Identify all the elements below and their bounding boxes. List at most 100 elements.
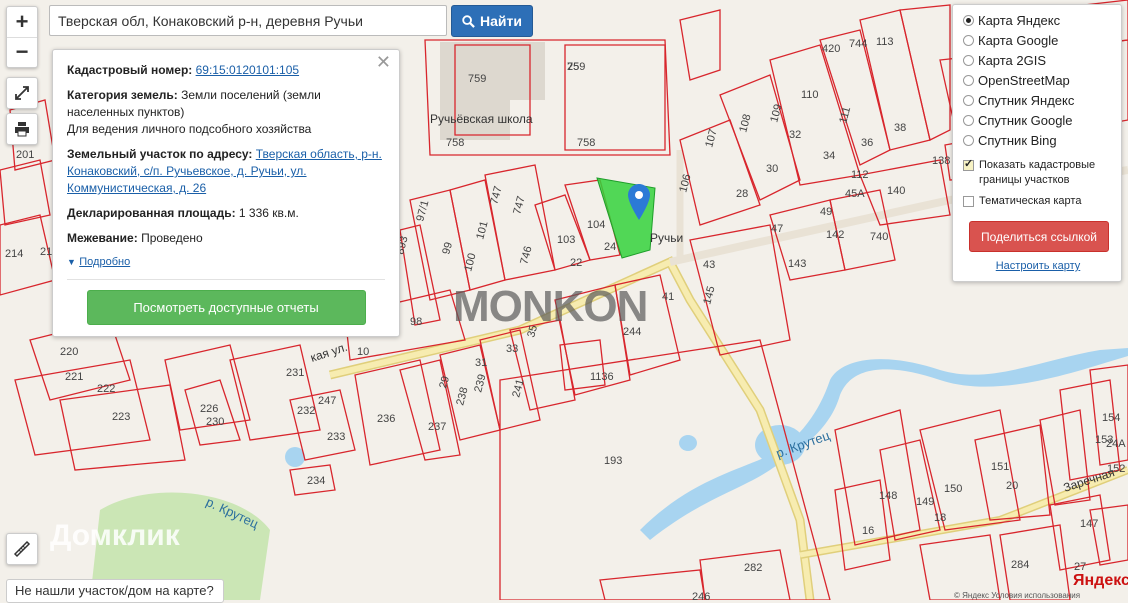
parcel-number: 36 [861, 137, 873, 149]
school-label: Ручьёвская школа [430, 112, 533, 126]
parcel-number: 22 [570, 257, 582, 269]
parcel-number: 282 [744, 562, 762, 574]
parcel-number: 222 [97, 383, 115, 395]
parcel-number: 112 [851, 169, 869, 181]
radio-icon [963, 74, 974, 86]
divider [67, 279, 385, 280]
parcel-number: 284 [1011, 559, 1029, 571]
parcel-number: 145 [701, 285, 717, 306]
parcel-number: 109 [768, 103, 784, 124]
layer-option[interactable]: Спутник Bing [963, 130, 1121, 150]
parcel-number: 231 [286, 367, 304, 379]
parcel-number: 233 [327, 431, 345, 443]
parcel-number: 33 [506, 343, 518, 355]
parcel-number: 214 [5, 248, 23, 260]
address-row: Земельный участок по адресу: Тверская об… [67, 146, 385, 197]
find-button-label: Найти [480, 13, 522, 29]
find-button[interactable]: Найти [451, 5, 533, 37]
layer-option[interactable]: OpenStreetMap [963, 70, 1121, 90]
parcel-number: 239 [472, 373, 488, 394]
parcel-number: 38 [894, 122, 906, 134]
view-reports-button[interactable]: Посмотреть доступные отчеты [86, 290, 366, 325]
survey-value: Проведено [141, 231, 203, 245]
pond [679, 435, 697, 451]
parcel-number: 147 [1080, 518, 1098, 530]
parcel-number: 740 [870, 231, 888, 243]
show-cadastral-checkbox[interactable]: Показать кадастровые границы участков [963, 157, 1121, 188]
configure-map-link[interactable]: Настроить карту [955, 260, 1121, 272]
parcel-number: 149 [916, 496, 934, 508]
parcel-number: 759 [468, 73, 486, 85]
parcel-number: 16 [862, 525, 874, 537]
location-pin-icon[interactable] [628, 184, 650, 220]
more-link[interactable]: Подробно [79, 256, 130, 268]
zoom-in-button[interactable]: + [7, 7, 37, 38]
parcel-number: 138 [932, 155, 950, 167]
layer-option[interactable]: Спутник Google [963, 110, 1121, 130]
parcel-number: 24А [1106, 438, 1126, 450]
triangle-down-icon: ▼ [67, 257, 76, 267]
parcel-number: 49 [820, 206, 832, 218]
survey-row: Межевание: Проведено [67, 230, 385, 247]
survey-label: Межевание: [67, 231, 138, 245]
layer-option[interactable]: Карта Google [963, 30, 1121, 50]
parcel-number: 103 [557, 234, 575, 246]
parcel-number: 152 [1107, 463, 1125, 475]
parcel-number: 110 [801, 89, 819, 101]
printer-icon [15, 122, 29, 137]
parcel-number: 34 [823, 150, 835, 162]
not-found-link[interactable]: Не нашли участок/дом на карте? [6, 579, 224, 603]
ruler-button[interactable] [6, 533, 38, 565]
parcel-number: 420 [822, 43, 840, 55]
parcel-number: 143 [788, 258, 806, 270]
parcel-number: 107 [703, 128, 719, 149]
cadastral-label: Кадастровый номер: [67, 63, 193, 77]
zoom-out-button[interactable]: − [7, 38, 37, 68]
checkbox-icon [963, 196, 974, 207]
parcel-number: 29 [437, 375, 452, 390]
parcel-number: 32 [789, 129, 801, 141]
layer-options: Карта Яндекс Карта Google Карта 2GIS OpenSt… [963, 10, 1121, 150]
radio-icon [963, 54, 974, 66]
parcel-number: 41 [662, 291, 674, 303]
map-layers-panel: Карта Яндекс Карта Google Карта 2GIS OpenSt… [952, 4, 1122, 282]
parcel-number: 108 [737, 113, 753, 134]
share-link-button[interactable]: Поделиться ссылкой [969, 221, 1109, 252]
yandex-logo: Яндекс [1073, 572, 1128, 589]
layer-option[interactable]: Карта 2GIS [963, 50, 1121, 70]
cadastral-link[interactable]: 69:15:0120101:105 [196, 63, 299, 77]
more-toggle[interactable]: ▼ Подробно [67, 253, 385, 271]
area-row: Декларированная площадь: 1 336 кв.м. [67, 205, 385, 222]
parcel-number: 150 [944, 483, 962, 495]
search-input[interactable] [49, 5, 447, 36]
parcel-number: 232 [297, 405, 315, 417]
parcel-number: 747 [488, 185, 504, 206]
parcel-number: 234 [307, 475, 325, 487]
parcel-number: 99 [440, 241, 455, 256]
layer-option[interactable]: Спутник Яндекс [963, 90, 1121, 110]
layer-option-label: OpenStreetMap [978, 72, 1070, 88]
parcel-number: 744 [849, 38, 867, 50]
parcel-number: 220 [60, 346, 78, 358]
parcel-number: 45А [845, 188, 865, 200]
print-button[interactable] [6, 113, 38, 145]
parcel-number: 25 [567, 61, 579, 73]
parcel-info-panel: ✕ Кадастровый номер: 69:15:0120101:105 К… [52, 49, 400, 337]
street-label: кая ул. [309, 340, 350, 365]
parcel-number: 97/1 [414, 199, 431, 223]
parcel-number: 1136 [590, 371, 614, 383]
layer-option[interactable]: Карта Яндекс [963, 10, 1121, 30]
thematic-map-checkbox[interactable]: Тематическая карта [963, 194, 1121, 209]
parcel-number: 140 [887, 185, 905, 197]
thematic-label: Тематическая карта [979, 195, 1082, 207]
expand-icon [15, 86, 29, 100]
show-cadastral-label: Показать кадастровые границы участков [979, 159, 1096, 186]
parcel-number: 241 [510, 378, 526, 399]
parcel-number: 142 [826, 229, 844, 241]
close-icon[interactable]: ✕ [376, 53, 391, 71]
parcel-number: 101 [474, 220, 490, 241]
parcel-number: 100 [462, 252, 478, 273]
radio-icon [963, 34, 974, 46]
street-label: Ручьи [650, 231, 683, 245]
fullscreen-button[interactable] [6, 77, 38, 109]
